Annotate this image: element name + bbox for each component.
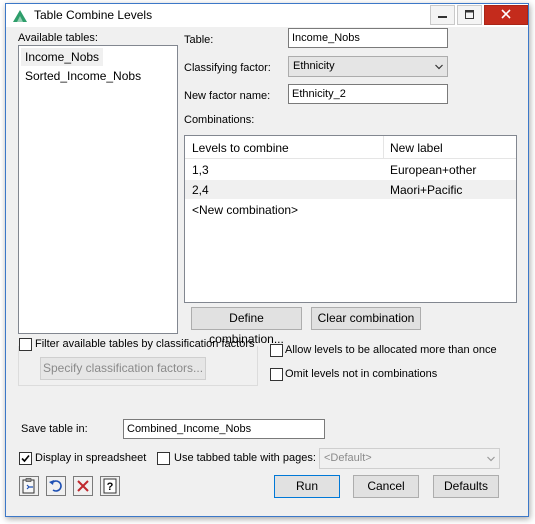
- title-bar[interactable]: Table Combine Levels: [6, 4, 528, 27]
- list-item[interactable]: Sorted_Income_Nobs: [21, 67, 145, 85]
- new-factor-name-field[interactable]: Ethnicity_2: [288, 84, 448, 104]
- clear-icon: [77, 480, 89, 492]
- tabbed-table-label: Use tabbed table with pages:: [174, 452, 316, 464]
- genstat-triangle-icon: [13, 10, 27, 22]
- specify-classification-factors-button[interactable]: Specify classification factors...: [40, 357, 206, 380]
- row-new-label: European+other: [390, 163, 477, 177]
- pages-select-value: <Default>: [324, 452, 372, 464]
- list-item[interactable]: Income_Nobs: [21, 48, 104, 66]
- clipboard-icon: [22, 478, 35, 494]
- clipboard-button[interactable]: [19, 476, 39, 496]
- pages-select[interactable]: <Default>: [319, 448, 500, 469]
- table-row[interactable]: 2,4 Maori+Pacific: [185, 180, 516, 199]
- save-table-field[interactable]: Combined_Income_Nobs: [123, 419, 325, 439]
- undo-button[interactable]: [46, 476, 66, 496]
- display-spreadsheet-checkbox[interactable]: [19, 452, 32, 465]
- chevron-down-icon: [435, 64, 443, 70]
- row-levels: 1,3: [192, 163, 209, 177]
- row-new-label: Maori+Pacific: [390, 183, 463, 197]
- column-header-levels: Levels to combine: [192, 141, 289, 155]
- allow-multiple-label: Allow levels to be allocated more than o…: [285, 344, 497, 356]
- close-button[interactable]: [484, 5, 528, 25]
- display-spreadsheet-label: Display in spreadsheet: [35, 452, 147, 464]
- available-tables-list[interactable]: Income_Nobs Sorted_Income_Nobs: [18, 45, 178, 334]
- help-button[interactable]: ?: [100, 476, 120, 496]
- classifying-factor-value: Ethnicity: [293, 60, 335, 72]
- checkmark-icon: [21, 454, 30, 463]
- maximize-icon: [465, 10, 474, 19]
- combinations-grid[interactable]: Levels to combine New label 1,3 European…: [184, 135, 517, 303]
- grid-header: Levels to combine New label: [185, 136, 516, 159]
- defaults-button[interactable]: Defaults: [433, 475, 499, 498]
- clear-button[interactable]: [73, 476, 93, 496]
- table-label: Table:: [184, 34, 214, 46]
- undo-icon: [49, 480, 62, 492]
- column-divider: [383, 136, 384, 158]
- column-header-new-label: New label: [390, 141, 443, 155]
- run-button[interactable]: Run: [274, 475, 340, 498]
- minimize-button[interactable]: [430, 5, 455, 25]
- dialog-window: Table Combine Levels Available tables: I…: [5, 3, 529, 517]
- help-icon: ?: [103, 478, 117, 494]
- cancel-button[interactable]: Cancel: [353, 475, 419, 498]
- table-row[interactable]: 1,3 European+other: [185, 160, 516, 179]
- list-item-label: Sorted_Income_Nobs: [25, 69, 142, 83]
- new-factor-name-label: New factor name:: [184, 90, 271, 102]
- classifying-factor-select[interactable]: Ethnicity: [288, 56, 448, 77]
- new-combination-label: <New combination>: [192, 203, 299, 217]
- new-combination-row[interactable]: <New combination>: [185, 200, 516, 219]
- svg-text:?: ?: [107, 481, 114, 493]
- save-table-label: Save table in:: [21, 423, 88, 435]
- classifying-factor-label: Classifying factor:: [184, 62, 271, 74]
- allow-multiple-checkbox[interactable]: [270, 344, 283, 357]
- table-field[interactable]: Income_Nobs: [288, 28, 448, 48]
- chevron-down-icon: [487, 456, 495, 462]
- row-levels: 2,4: [192, 183, 209, 197]
- clear-combination-button[interactable]: Clear combination: [311, 307, 421, 330]
- omit-levels-checkbox[interactable]: [270, 368, 283, 381]
- combinations-label: Combinations:: [184, 114, 255, 126]
- tabbed-table-checkbox[interactable]: [157, 452, 170, 465]
- maximize-button[interactable]: [457, 5, 482, 25]
- define-combination-button[interactable]: Define combination...: [191, 307, 302, 346]
- available-tables-label: Available tables:: [18, 32, 98, 44]
- window-title: Table Combine Levels: [34, 8, 153, 22]
- minimize-icon: [438, 16, 447, 18]
- list-item-label: Income_Nobs: [25, 50, 100, 64]
- close-icon: [501, 9, 511, 19]
- omit-levels-label: Omit levels not in combinations: [285, 368, 438, 380]
